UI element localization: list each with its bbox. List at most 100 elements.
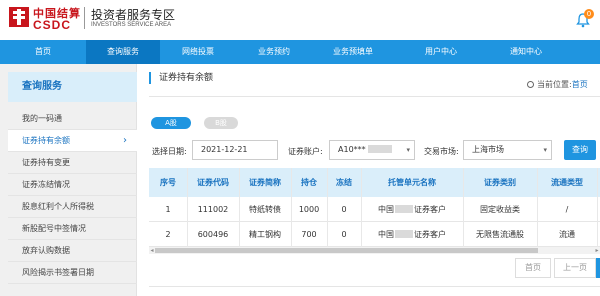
nav-query-service[interactable]: 查询服务 [86, 40, 160, 64]
chevron-down-icon: ▾ [543, 146, 547, 154]
date-value: 2021-12-21 [201, 145, 248, 154]
table-row: 2 600496 精工钢构 700 0 中国 证券客户 无限售流通股 流通 [149, 222, 600, 247]
sidebar-item-ipo-allotment[interactable]: 新股配号中签情况 [8, 218, 137, 240]
sidebar-title: 查询服务 [8, 72, 137, 102]
column-divider [239, 168, 240, 247]
sidebar-item-my-account[interactable]: 我的一码通 [8, 108, 137, 130]
cell-category: 固定收益类 [480, 205, 520, 214]
custodian-prefix: 中国 [378, 230, 394, 239]
nav-notification-center[interactable]: 通知中心 [488, 40, 564, 64]
sidebar-item-abandon-subscription[interactable]: 放弃认购数据 [8, 240, 137, 262]
sidebar-item-holding-change[interactable]: 证券持有变更 [8, 152, 137, 174]
nav-user-center[interactable]: 用户中心 [394, 40, 488, 64]
cell-custodian: 中国 证券客户 [361, 222, 463, 247]
first-page-button[interactable]: 首页 [515, 258, 551, 278]
custodian-suffix: 证券客户 [414, 205, 446, 214]
horizontal-scrollbar[interactable]: ◂ ▸ [149, 247, 600, 254]
bottom-divider [149, 286, 600, 287]
sidebar-item-label: 证券持有变更 [22, 158, 70, 167]
col-header-hold: 持仓 [301, 178, 317, 187]
nav-prefill-form[interactable]: 业务预填单 [312, 40, 394, 64]
sidebar-item-label: 放弃认购数据 [22, 246, 70, 255]
custodian-suffix: 证券客户 [414, 230, 446, 239]
column-divider [463, 168, 464, 247]
col-header-name: 证券简称 [249, 178, 281, 187]
nav-home[interactable]: 首页 [0, 40, 86, 64]
prev-page-button[interactable]: 上一页 [554, 258, 596, 278]
account-value: A10*** [338, 145, 366, 154]
tab-a-shares[interactable]: A股 [151, 117, 191, 129]
zone-subtitle: INVESTORS SERVICE AREA [91, 22, 172, 28]
masked-account-digits [367, 145, 392, 153]
scrollbar-thumb[interactable] [155, 248, 538, 253]
account-label: 证券账户: [288, 147, 323, 156]
header: 中国结算 CSDC 投资者服务专区 INVESTORS SERVICE AREA… [0, 0, 600, 40]
sidebar-item-holding-balance[interactable]: 证券持有余额 › [8, 130, 137, 152]
cell-hold: 1000 [298, 205, 320, 214]
cell-no: 2 [165, 230, 171, 239]
cell-circulation: 流通 [559, 230, 575, 239]
column-divider [597, 168, 598, 247]
chevron-down-icon: ▾ [406, 146, 410, 154]
location-pin-icon [527, 81, 534, 88]
logo-divider [84, 7, 85, 29]
sidebar-item-label: 我的一码通 [22, 114, 62, 123]
sidebar-item-risk-disclosure[interactable]: 风险揭示书签署日期 [8, 262, 137, 284]
col-header-code: 证券代码 [197, 178, 229, 187]
cell-name: 特纸转债 [249, 205, 281, 214]
tab-b-shares[interactable]: B股 [204, 117, 238, 129]
cell-custodian: 中国 证券客户 [361, 197, 463, 222]
sidebar-item-label: 新股配号中签情况 [22, 224, 86, 233]
nav-online-voting[interactable]: 网络投票 [160, 40, 236, 64]
chevron-right-icon: › [123, 135, 127, 146]
title-divider [149, 96, 600, 97]
cell-code: 111002 [197, 205, 229, 214]
column-divider [187, 168, 188, 247]
notification-badge: 0 [584, 9, 594, 19]
col-header-category: 证券类别 [484, 178, 516, 187]
cell-name: 精工钢构 [249, 230, 281, 239]
cell-hold: 700 [301, 230, 317, 239]
column-divider [361, 168, 362, 247]
masked-custodian [395, 230, 413, 238]
column-divider [537, 168, 538, 247]
cell-frozen: 0 [341, 230, 347, 239]
query-button[interactable]: 查询 [564, 140, 596, 160]
col-header-circulation: 流通类型 [551, 178, 583, 187]
column-divider [291, 168, 292, 247]
column-divider [327, 168, 328, 247]
zone-title: 投资者服务专区 [91, 8, 176, 22]
table-header: 序号 证券代码 证券简称 持仓 冻结 托管单元名称 证券类别 流通类型 [149, 168, 600, 197]
account-select[interactable]: A10*** ▾ [329, 140, 415, 160]
masked-custodian [395, 205, 413, 213]
scroll-right-icon[interactable]: ▸ [594, 247, 600, 254]
date-input[interactable]: 2021-12-21 [192, 140, 278, 160]
page-title: 证券持有余额 [149, 72, 213, 84]
cell-code: 600496 [197, 230, 229, 239]
market-label: 交易市场: [424, 147, 459, 156]
sidebar-item-label: 股息红利个人所得税 [22, 202, 94, 211]
cell-frozen: 0 [341, 205, 347, 214]
nav-appointment[interactable]: 业务预约 [236, 40, 312, 64]
main-nav: 首页 查询服务 网络投票 业务预约 业务预填单 用户中心 通知中心 [0, 40, 600, 64]
sidebar-item-dividend-tax[interactable]: 股息红利个人所得税 [8, 196, 137, 218]
cell-circulation: / [565, 205, 569, 214]
pager-next-edge[interactable] [596, 258, 600, 278]
cell-no: 1 [165, 205, 171, 214]
date-label: 选择日期: [152, 147, 187, 156]
csdc-logo-icon [9, 7, 29, 27]
breadcrumb-home-link[interactable]: 首页 [572, 80, 588, 89]
sidebar-item-label: 风险揭示书签署日期 [22, 268, 94, 277]
breadcrumb-label: 当前位置: [537, 80, 572, 89]
logo-en: CSDC [33, 18, 72, 32]
sidebar-item-label: 证券冻结情况 [22, 180, 70, 189]
cell-category: 无限售流通股 [476, 230, 524, 239]
col-header-custodian: 托管单元名称 [388, 178, 436, 187]
market-select[interactable]: 上海市场 ▾ [463, 140, 552, 160]
col-header-frozen: 冻结 [336, 178, 352, 187]
table-row: 1 111002 特纸转债 1000 0 中国 证券客户 固定收益类 / [149, 197, 600, 222]
sidebar-item-frozen[interactable]: 证券冻结情况 [8, 174, 137, 196]
market-value: 上海市场 [472, 145, 504, 154]
col-header-no: 序号 [160, 178, 176, 187]
sidebar: 查询服务 我的一码通 证券持有余额 › 证券持有变更 证券冻结情况 股息红利个人所… [0, 64, 137, 296]
